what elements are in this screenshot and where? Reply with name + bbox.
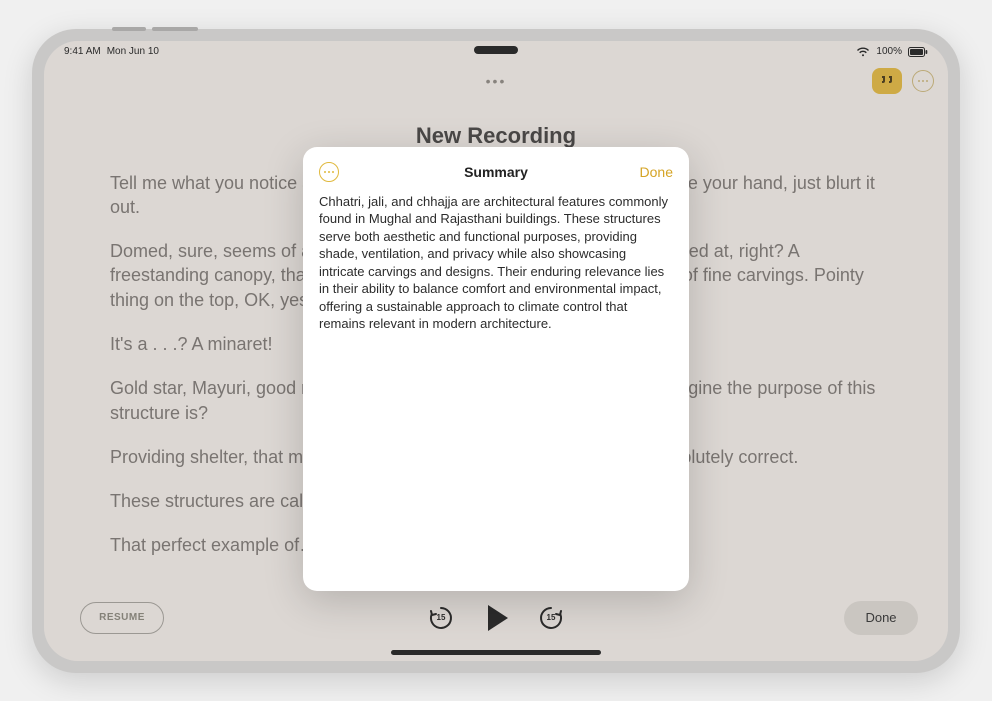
home-indicator[interactable] <box>391 650 601 655</box>
summary-body: Chhatri, jali, and chhajja are architect… <box>319 193 673 333</box>
playback-bar: RESUME 15 15 Done <box>44 593 948 643</box>
battery-percent: 100% <box>876 46 902 57</box>
summary-options-button[interactable] <box>319 162 339 182</box>
device-edge-button <box>112 27 146 31</box>
wifi-icon <box>856 47 870 57</box>
skip-forward-amount: 15 <box>538 605 564 631</box>
skip-back-amount: 15 <box>428 605 454 631</box>
summary-title: Summary <box>464 164 528 180</box>
summary-modal: Summary Done Chhatri, jali, and chhajja … <box>303 147 689 591</box>
skip-forward-15-button[interactable]: 15 <box>538 605 564 631</box>
device-edge-button <box>152 27 198 31</box>
resume-button[interactable]: RESUME <box>80 602 164 634</box>
battery-icon <box>908 47 928 57</box>
play-icon <box>488 605 508 631</box>
ipad-device-frame: 9:41 AM Mon Jun 10 100% <box>32 29 960 673</box>
play-button[interactable] <box>484 605 508 631</box>
status-date: Mon Jun 10 <box>107 46 159 57</box>
playback-done-button[interactable]: Done <box>844 601 918 635</box>
screen: 9:41 AM Mon Jun 10 100% <box>44 41 948 661</box>
skip-back-15-button[interactable]: 15 <box>428 605 454 631</box>
summary-done-button[interactable]: Done <box>640 164 673 180</box>
status-time: 9:41 AM <box>64 46 101 57</box>
camera-notch <box>474 46 518 54</box>
